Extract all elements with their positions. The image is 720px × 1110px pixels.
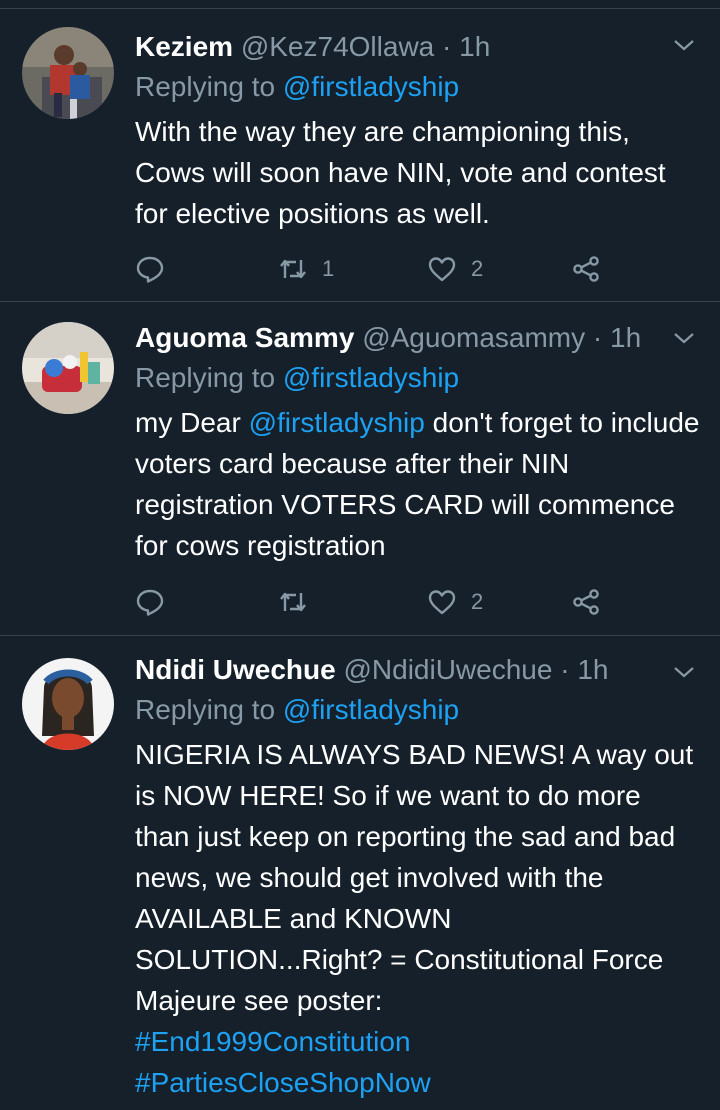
timestamp[interactable]: 1h xyxy=(577,654,608,685)
share-button[interactable] xyxy=(571,249,601,289)
separator: · xyxy=(560,654,570,685)
inline-mention[interactable]: @firstladyship xyxy=(249,407,425,438)
retweet-button[interactable] xyxy=(278,582,322,622)
author-name[interactable]: Aguoma Sammy xyxy=(135,322,354,353)
timestamp[interactable]: 1h xyxy=(610,322,641,353)
avatar[interactable] xyxy=(22,27,114,119)
retweet-icon xyxy=(280,592,306,612)
tweet-text-start: my Dear xyxy=(135,407,249,438)
avatar[interactable] xyxy=(22,658,114,750)
avatar[interactable] xyxy=(22,322,114,414)
hashtag-link[interactable]: #PartiesCloseShopNow xyxy=(135,1062,700,1103)
share-button[interactable] xyxy=(571,582,601,622)
retweet-icon xyxy=(280,259,306,279)
like-count: 2 xyxy=(471,256,484,281)
heart-icon xyxy=(428,590,456,615)
replying-to-mention[interactable]: @firstladyship xyxy=(283,694,459,725)
share-icon xyxy=(573,589,599,615)
replying-label: Replying to xyxy=(135,71,276,102)
replying-label: Replying to xyxy=(135,362,276,393)
chevron-down-icon[interactable] xyxy=(672,660,696,684)
replying-to-mention[interactable]: @firstladyship xyxy=(283,362,459,393)
reply-icon xyxy=(136,589,164,616)
author-handle[interactable]: @NdidiUwechue xyxy=(343,654,552,685)
tweet-text: NIGERIA IS ALWAYS BAD NEWS! A way out is… xyxy=(135,734,700,1103)
retweet-button[interactable]: 1 xyxy=(278,249,334,289)
tweet-keziem[interactable]: Keziem @Kez74Ollawa · 1h Replying to @fi… xyxy=(0,9,720,302)
replying-label: Replying to xyxy=(135,694,276,725)
like-button[interactable]: 2 xyxy=(427,249,483,289)
heart-icon xyxy=(428,257,456,282)
separator: · xyxy=(592,322,603,353)
author-handle[interactable]: @Aguomasammy xyxy=(362,322,585,353)
share-icon xyxy=(573,256,599,282)
reply-button[interactable] xyxy=(135,582,165,622)
tweet-ndidi-uwechue[interactable]: Ndidi Uwechue @NdidiUwechue · 1h Replyin… xyxy=(0,636,720,1110)
timestamp[interactable]: 1h xyxy=(459,31,490,62)
replying-to-mention[interactable]: @firstladyship xyxy=(283,71,459,102)
chevron-down-icon[interactable] xyxy=(672,33,696,57)
author-name[interactable]: Keziem xyxy=(135,31,233,62)
separator: · xyxy=(442,31,452,62)
tweet-text: my Dear @firstladyship don't forget to i… xyxy=(135,402,700,566)
like-button[interactable]: 2 xyxy=(427,582,483,622)
tweet-text-main: NIGERIA IS ALWAYS BAD NEWS! A way out is… xyxy=(135,739,694,1016)
author-handle[interactable]: @Kez74Ollawa xyxy=(241,31,434,62)
chevron-down-icon[interactable] xyxy=(672,326,696,350)
like-count: 2 xyxy=(471,589,484,614)
tweet-text: With the way they are championing this, … xyxy=(135,116,666,229)
author-name[interactable]: Ndidi Uwechue xyxy=(135,654,336,685)
reply-icon xyxy=(136,256,164,283)
reply-button[interactable] xyxy=(135,249,165,289)
hashtag-link[interactable]: #End1999Constitution xyxy=(135,1021,700,1062)
retweet-count: 1 xyxy=(322,256,335,281)
tweet-aguoma-sammy[interactable]: Aguoma Sammy @Aguomasammy · 1h Replying … xyxy=(0,302,720,636)
